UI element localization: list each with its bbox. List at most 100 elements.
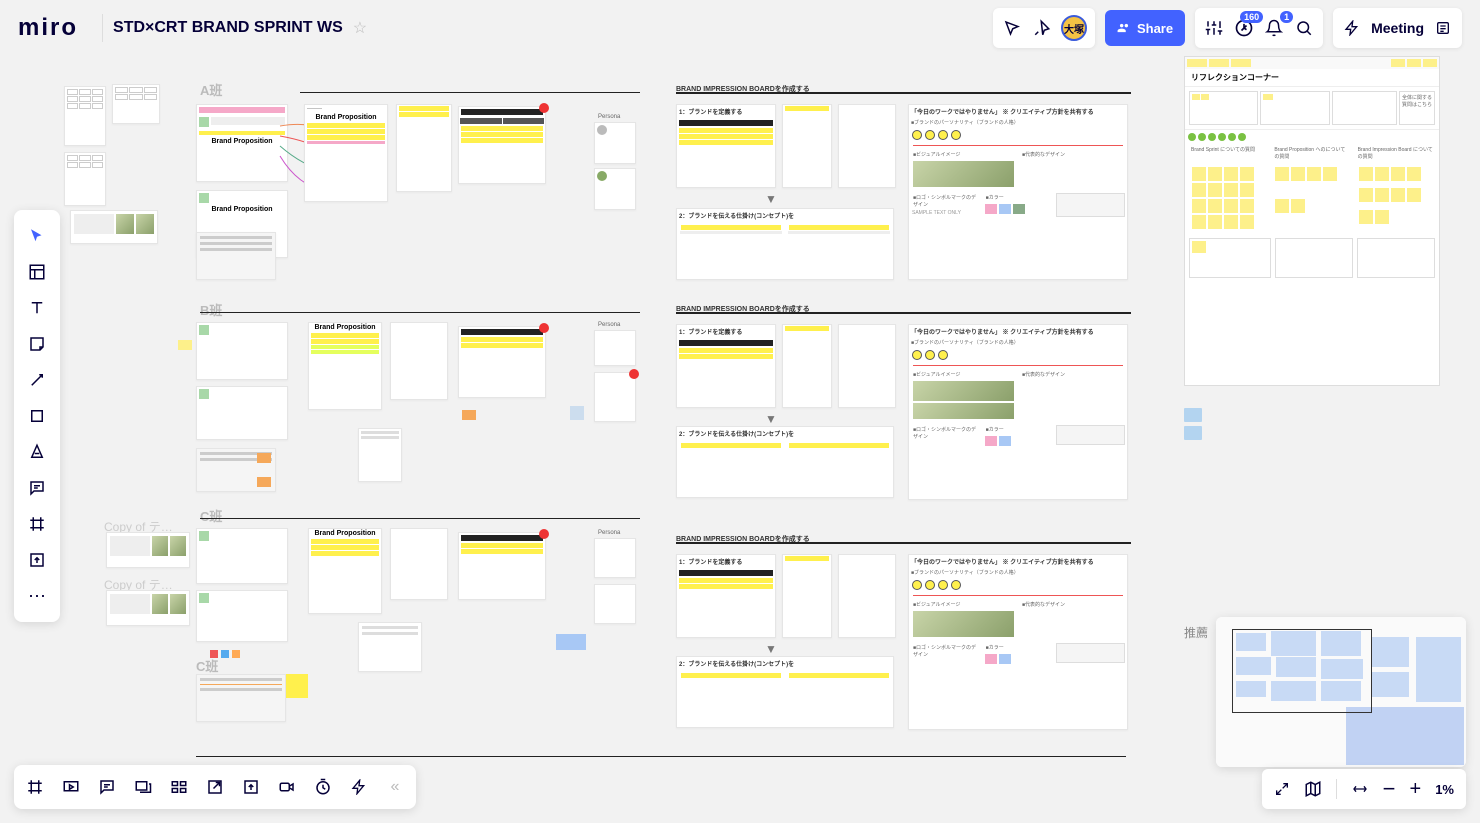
bi-frame[interactable] xyxy=(782,554,832,638)
sticky-note[interactable] xyxy=(462,410,476,420)
star-icon[interactable]: ☆ xyxy=(353,18,367,38)
frame-tool[interactable] xyxy=(14,506,60,542)
text-block[interactable] xyxy=(196,448,276,492)
sticky-note[interactable] xyxy=(178,340,192,350)
canvas-frame[interactable] xyxy=(390,322,448,400)
sticky-note[interactable] xyxy=(1184,426,1202,440)
search-icon[interactable] xyxy=(1293,17,1315,39)
comment-tool[interactable] xyxy=(14,470,60,506)
canvas-frame[interactable] xyxy=(458,106,546,184)
canvas-frame[interactable] xyxy=(196,322,288,380)
bi-frame[interactable] xyxy=(838,104,896,188)
cursor-follow-icon[interactable] xyxy=(1001,17,1023,39)
voting-icon[interactable] xyxy=(348,776,370,798)
bi-frame[interactable] xyxy=(782,324,832,408)
bi-design: ■代表的なデザイン xyxy=(1020,600,1125,609)
bi-frame[interactable] xyxy=(838,554,896,638)
sticky-note[interactable] xyxy=(1184,408,1202,422)
screenshare-icon[interactable] xyxy=(132,776,154,798)
bi-frame[interactable] xyxy=(838,324,896,408)
fullscreen-icon[interactable] xyxy=(1274,781,1290,797)
canvas-frame[interactable] xyxy=(358,622,422,672)
canvas-frame[interactable] xyxy=(106,590,190,626)
bell-icon[interactable]: 1 xyxy=(1263,17,1285,39)
canvas-frame[interactable] xyxy=(458,326,546,398)
canvas-frame[interactable] xyxy=(396,104,452,192)
canvas-frame[interactable] xyxy=(196,386,288,440)
persona-frame[interactable] xyxy=(594,122,636,164)
zoom-in-icon[interactable]: + xyxy=(1410,778,1422,801)
meeting-label[interactable]: Meeting xyxy=(1371,20,1424,36)
reflection-panel[interactable]: リフレクションコーナー 全体に関する 質問はこちら Brand Sprint に… xyxy=(1184,56,1440,386)
bi-frame[interactable]: 1：ブランドを定義する xyxy=(676,104,776,188)
persona-frame[interactable] xyxy=(594,330,636,366)
canvas-frame[interactable]: Brand Proposition xyxy=(308,528,382,614)
text-tool[interactable] xyxy=(14,290,60,326)
text-block[interactable] xyxy=(196,674,286,722)
persona-frame[interactable] xyxy=(594,168,636,210)
templates-tool[interactable] xyxy=(14,254,60,290)
small-frame[interactable] xyxy=(70,210,158,244)
canvas-frame[interactable] xyxy=(196,528,288,584)
canvas-frame[interactable] xyxy=(458,532,546,600)
timer-icon[interactable] xyxy=(312,776,334,798)
more-tools[interactable]: ⋯ xyxy=(14,578,60,614)
sticky-note[interactable] xyxy=(570,406,584,420)
export-icon[interactable] xyxy=(204,776,226,798)
canvas-frame[interactable] xyxy=(358,428,402,482)
fit-icon[interactable] xyxy=(1351,781,1369,797)
cards-icon[interactable] xyxy=(168,776,190,798)
canvas-frame[interactable]: Brand Proposition xyxy=(308,322,382,410)
present-icon[interactable] xyxy=(60,776,82,798)
comments-icon[interactable] xyxy=(96,776,118,798)
line-tool[interactable] xyxy=(14,362,60,398)
persona-frame[interactable] xyxy=(594,538,636,578)
video-icon[interactable] xyxy=(276,776,298,798)
agenda-icon[interactable] xyxy=(1432,17,1454,39)
canvas-frame[interactable]: Brand Proposition xyxy=(196,104,288,182)
upload-tool[interactable] xyxy=(14,542,60,578)
persona-frame[interactable] xyxy=(594,584,636,624)
small-frame[interactable] xyxy=(112,84,160,124)
share-button[interactable]: Share xyxy=(1105,10,1185,46)
bi-frame[interactable]: 2：ブランドを伝える仕掛け(コンセプト)を xyxy=(676,208,894,280)
canvas-frame[interactable]: ——— Brand Proposition xyxy=(304,104,388,202)
tools-group: 160 1 xyxy=(1195,8,1323,48)
reactions-icon[interactable] xyxy=(1031,17,1053,39)
bi-creative-frame[interactable]: 「今日のワークではやりません」 ※ クリエイティブ方針を共有する ■ブランドのパ… xyxy=(908,324,1128,500)
bi-creative-frame[interactable]: 「今日のワークではやりません」 ※ クリエイティブ方針を共有する ■ブランドのパ… xyxy=(908,554,1128,730)
map-toggle-icon[interactable] xyxy=(1304,780,1322,798)
miro-logo[interactable]: miro xyxy=(18,14,78,42)
frames-icon[interactable] xyxy=(24,776,46,798)
board-title[interactable]: STD×CRT BRAND SPRINT WS xyxy=(113,19,343,37)
canvas-frame[interactable] xyxy=(390,528,448,600)
canvas-frame[interactable] xyxy=(196,590,288,642)
zoom-out-icon[interactable]: − xyxy=(1383,776,1396,802)
canvas-frame[interactable] xyxy=(106,532,190,568)
embed-icon[interactable] xyxy=(240,776,262,798)
sticky-note[interactable] xyxy=(556,634,586,650)
shape-tool[interactable] xyxy=(14,398,60,434)
bi-frame[interactable]: 1：ブランドを定義する xyxy=(676,324,776,408)
text-block[interactable] xyxy=(196,232,276,280)
settings-icon[interactable] xyxy=(1203,17,1225,39)
select-tool[interactable] xyxy=(14,218,60,254)
bi-frame[interactable]: 2：ブランドを伝える仕掛け(コンセプト)を xyxy=(676,656,894,728)
sticky-note[interactable] xyxy=(286,674,308,698)
lightning-icon[interactable] xyxy=(1341,17,1363,39)
pen-tool[interactable] xyxy=(14,434,60,470)
bi-frame[interactable] xyxy=(782,104,832,188)
small-frame[interactable] xyxy=(64,86,106,146)
minimap[interactable] xyxy=(1216,617,1466,767)
activity-icon[interactable]: 160 xyxy=(1233,17,1255,39)
bi-frame[interactable]: 2：ブランドを伝える仕掛け(コンセプト)を xyxy=(676,426,894,498)
persona-frame[interactable] xyxy=(594,372,636,422)
bi-frame[interactable]: 1：ブランドを定義する xyxy=(676,554,776,638)
sticky-tool[interactable] xyxy=(14,326,60,362)
collapse-icon[interactable]: « xyxy=(384,776,406,798)
small-frame[interactable] xyxy=(64,152,106,206)
bi-creative-frame[interactable]: 「今日のワークではやりません」 ※ クリエイティブ方針を共有する ■ブランドのパ… xyxy=(908,104,1128,280)
zoom-level[interactable]: 1% xyxy=(1435,782,1454,797)
user-avatar[interactable]: 大塚 xyxy=(1061,15,1087,41)
brand-prop-label: Brand Proposition xyxy=(309,323,381,332)
